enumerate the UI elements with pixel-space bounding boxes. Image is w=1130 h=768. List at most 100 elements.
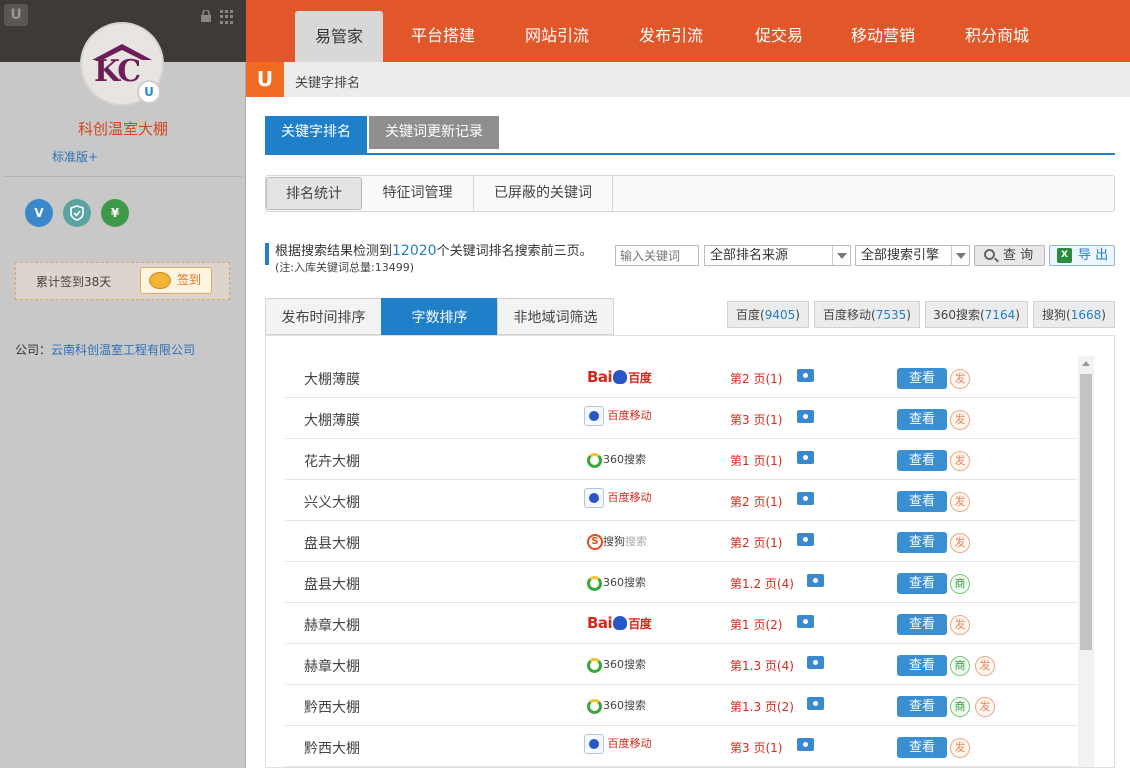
scroll-thumb[interactable] (1080, 374, 1092, 650)
row-keyword: 大棚薄膜 (304, 413, 360, 429)
info-suffix: 个关键词排名搜索前三页。 (436, 244, 593, 259)
nav-item-site-traffic[interactable]: 网站引流 (512, 0, 602, 62)
view-button[interactable]: 查看 (897, 491, 947, 512)
snapshot-camera-icon[interactable] (797, 738, 814, 751)
lock-icon[interactable] (200, 10, 212, 22)
snapshot-camera-icon[interactable] (797, 615, 814, 628)
view-button[interactable]: 查看 (897, 737, 947, 758)
so360-logo-icon: 360搜索 (587, 656, 646, 678)
yuan-icon[interactable]: ¥ (101, 199, 129, 227)
row-keyword: 赫章大棚 (304, 659, 360, 675)
source-select-value: 全部排名来源 (710, 248, 789, 263)
view-button[interactable]: 查看 (897, 368, 947, 389)
scroll-up-icon[interactable] (1078, 356, 1094, 372)
detected-count: 12020 (392, 243, 437, 259)
nav-item-mobile-marketing[interactable]: 移动营销 (838, 0, 928, 62)
subtab-blocked-keywords[interactable]: 已屏蔽的关键词 (474, 176, 613, 211)
divider (4, 176, 242, 177)
row-rank: 第2 页(1) (730, 536, 783, 550)
publish-tag[interactable]: 发 (950, 451, 970, 471)
edition-link[interactable]: 标准版+ (52, 148, 98, 165)
snapshot-camera-icon[interactable] (807, 574, 824, 587)
business-tag[interactable]: 商 (950, 697, 970, 717)
row-keyword: 花卉大棚 (304, 454, 360, 470)
main-tabs: 关键字排名 关键词更新记录 (265, 116, 1115, 155)
view-button[interactable]: 查看 (897, 532, 947, 553)
snapshot-camera-icon[interactable] (797, 369, 814, 382)
business-tag[interactable]: 商 (950, 656, 970, 676)
search-icon (984, 249, 995, 260)
apps-grid-icon[interactable] (220, 10, 234, 24)
view-button[interactable]: 查看 (897, 409, 947, 430)
chevron-down-icon (951, 246, 969, 265)
row-keyword: 盘县大棚 (304, 536, 360, 552)
engine-filter-baidu[interactable]: 百度(9405) (727, 301, 809, 328)
view-button[interactable]: 查看 (897, 450, 947, 471)
table-row: 花卉大棚 360搜索 第1 页(1) 查看发 (285, 439, 1077, 480)
verified-badge-icon: U (137, 80, 161, 104)
view-button[interactable]: 查看 (897, 696, 947, 717)
coin-icon (149, 272, 171, 289)
source-select[interactable]: 全部排名来源 (704, 245, 851, 266)
view-button[interactable]: 查看 (897, 573, 947, 594)
publish-tag[interactable]: 发 (950, 369, 970, 389)
publish-tag[interactable]: 发 (950, 615, 970, 635)
checkin-button[interactable]: 签到 (140, 267, 212, 294)
tab-keyword-update-log[interactable]: 关键词更新记录 (369, 116, 499, 149)
nav-item-publish-traffic[interactable]: 发布引流 (626, 0, 716, 62)
engine-filter-360[interactable]: 360搜索(7164) (925, 301, 1028, 328)
subtab-feature-words[interactable]: 特征词管理 (362, 176, 474, 211)
publish-tag[interactable]: 发 (950, 410, 970, 430)
shield-icon[interactable] (63, 199, 91, 227)
snapshot-camera-icon[interactable] (797, 410, 814, 423)
row-keyword: 大棚薄膜 (304, 372, 360, 388)
nav-item-points-mall[interactable]: 积分商城 (952, 0, 1042, 62)
snapshot-camera-icon[interactable] (797, 492, 814, 505)
publish-tag[interactable]: 发 (950, 738, 970, 758)
query-button[interactable]: 查 询 (974, 245, 1045, 266)
publish-tag[interactable]: 发 (975, 656, 995, 676)
snapshot-camera-icon[interactable] (807, 656, 824, 669)
baidu-mobile-logo-icon: 百度移动 (584, 488, 652, 510)
excel-icon: X (1057, 248, 1072, 263)
company-link[interactable]: 云南科创温室工程有限公司 (51, 343, 195, 357)
subtab-ranking-stats[interactable]: 排名统计 (266, 177, 362, 210)
table-row: 黔西大棚 百度移动 第3 页(1) 查看发 (285, 726, 1077, 767)
nav-item-promote-trade[interactable]: 促交易 (742, 0, 816, 62)
publish-tag[interactable]: 发 (950, 492, 970, 512)
scrollbar[interactable] (1078, 356, 1094, 767)
v-icon[interactable]: V (25, 199, 53, 227)
nav-item-yiguanjia[interactable]: 易管家 (295, 11, 383, 62)
info-accent (265, 243, 269, 265)
business-tag[interactable]: 商 (950, 574, 970, 594)
baidu-logo-icon: Bai 百度 (587, 368, 652, 386)
engine-select[interactable]: 全部搜索引擎 (855, 245, 970, 266)
publish-tag[interactable]: 发 (950, 533, 970, 553)
engine-filter-sogou[interactable]: 搜狗(1668) (1033, 301, 1115, 328)
sub-tabs: 排名统计 特征词管理 已屏蔽的关键词 (265, 175, 1115, 212)
engine-filter-baidu-mobile[interactable]: 百度移动(7535) (814, 301, 920, 328)
tab-keyword-ranking[interactable]: 关键字排名 (265, 116, 367, 153)
sort-by-publish-time[interactable]: 发布时间排序 (265, 298, 382, 335)
export-button[interactable]: X 导 出 (1049, 245, 1115, 266)
snapshot-camera-icon[interactable] (797, 533, 814, 546)
info-prefix: 根据搜索结果检测到 (275, 244, 393, 259)
view-button[interactable]: 查看 (897, 614, 947, 635)
breadcrumb: U 关键字排名 (246, 62, 1130, 97)
row-rank: 第1 页(2) (730, 618, 783, 632)
nav-item-platform[interactable]: 平台搭建 (398, 0, 488, 62)
publish-tag[interactable]: 发 (975, 697, 995, 717)
row-keyword: 黔西大棚 (304, 700, 360, 716)
query-button-label: 查 询 (1003, 248, 1034, 263)
company-label: 公司： (15, 343, 52, 357)
keyword-input[interactable] (615, 245, 699, 266)
row-rank: 第1 页(1) (730, 454, 783, 468)
sort-by-word-count[interactable]: 字数排序 (381, 298, 498, 335)
filter-non-regional[interactable]: 非地域词筛选 (497, 298, 614, 335)
snapshot-camera-icon[interactable] (797, 451, 814, 464)
company-line: 公司：云南科创温室工程有限公司 (15, 341, 195, 358)
snapshot-camera-icon[interactable] (807, 697, 824, 710)
row-keyword: 赫章大棚 (304, 618, 360, 634)
row-rank: 第3 页(1) (730, 741, 783, 755)
view-button[interactable]: 查看 (897, 655, 947, 676)
